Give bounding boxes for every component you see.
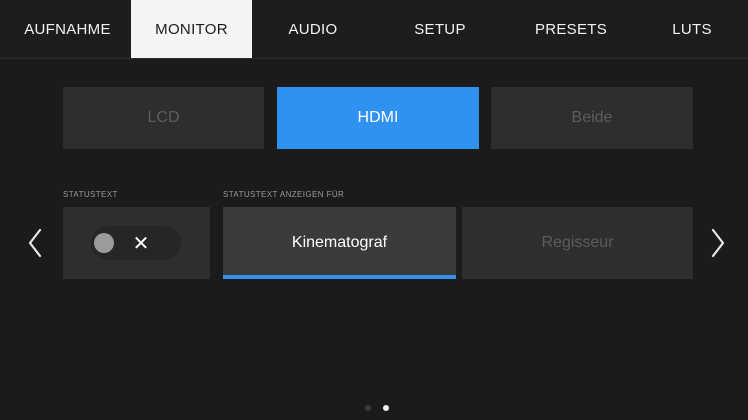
page-dot-2[interactable] [383, 405, 389, 411]
status-text-label: STATUSTEXT [63, 190, 118, 199]
tab-luts[interactable]: LUTS [636, 0, 748, 58]
tab-presets[interactable]: PRESETS [506, 0, 636, 58]
regisseur-label: Regisseur [541, 234, 614, 251]
tab-audio[interactable]: AUDIO [252, 0, 374, 58]
tab-aufnahme[interactable]: AUFNAHME [4, 0, 131, 58]
next-page-button[interactable] [707, 226, 729, 260]
chevron-right-icon [711, 228, 725, 258]
kinematograf-button[interactable]: Kinematograf [223, 207, 456, 279]
output-hdmi-button[interactable]: HDMI [277, 87, 479, 149]
monitor-settings-screen: AUFNAHME MONITOR AUDIO SETUP PRESETS LUT… [0, 0, 748, 420]
tab-monitor[interactable]: MONITOR [131, 0, 252, 58]
toggle-off-icon: ✕ [132, 232, 150, 255]
page-dot-1[interactable] [365, 405, 371, 411]
output-lcd-button[interactable]: LCD [63, 87, 264, 149]
toggle-knob [94, 233, 114, 253]
chevron-left-icon [28, 228, 42, 258]
status-text-toggle[interactable]: ✕ [91, 226, 181, 260]
tab-setup[interactable]: SETUP [374, 0, 506, 58]
tab-bar: AUFNAHME MONITOR AUDIO SETUP PRESETS LUT… [0, 0, 748, 59]
previous-page-button[interactable] [24, 226, 46, 260]
output-both-button[interactable]: Beide [491, 87, 693, 149]
selected-indicator [223, 275, 456, 279]
status-text-panel: ✕ [63, 207, 210, 279]
kinematograf-label: Kinematograf [291, 234, 388, 251]
regisseur-button[interactable]: Regisseur [462, 207, 693, 279]
display-for-label: STATUSTEXT ANZEIGEN FÜR [223, 190, 345, 199]
